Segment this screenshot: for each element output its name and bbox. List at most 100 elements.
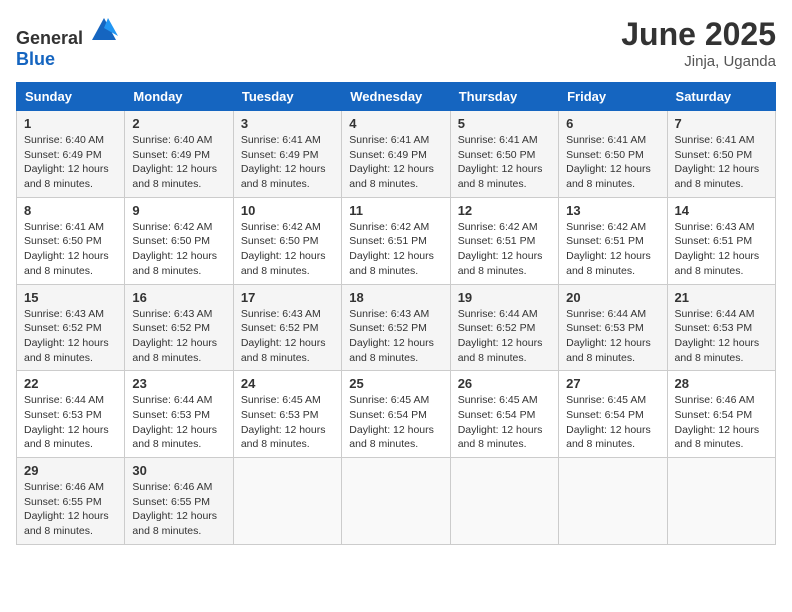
calendar-cell: 3 Sunrise: 6:41 AMSunset: 6:49 PMDayligh… xyxy=(233,111,341,198)
cell-info: Sunrise: 6:41 AMSunset: 6:49 PMDaylight:… xyxy=(349,134,434,190)
logo-text: General Blue xyxy=(16,16,118,70)
day-header-monday: Monday xyxy=(125,83,233,111)
day-number: 11 xyxy=(349,203,442,218)
cell-info: Sunrise: 6:45 AMSunset: 6:54 PMDaylight:… xyxy=(566,394,651,450)
calendar-cell: 17 Sunrise: 6:43 AMSunset: 6:52 PMDaylig… xyxy=(233,284,341,371)
logo-blue: Blue xyxy=(16,49,55,69)
calendar-cell: 25 Sunrise: 6:45 AMSunset: 6:54 PMDaylig… xyxy=(342,371,450,458)
calendar-cell: 1 Sunrise: 6:40 AMSunset: 6:49 PMDayligh… xyxy=(17,111,125,198)
cell-info: Sunrise: 6:43 AMSunset: 6:52 PMDaylight:… xyxy=(132,308,217,364)
day-number: 29 xyxy=(24,463,117,478)
day-header-sunday: Sunday xyxy=(17,83,125,111)
day-number: 1 xyxy=(24,116,117,131)
cell-info: Sunrise: 6:42 AMSunset: 6:51 PMDaylight:… xyxy=(566,221,651,277)
day-header-wednesday: Wednesday xyxy=(342,83,450,111)
cell-info: Sunrise: 6:43 AMSunset: 6:52 PMDaylight:… xyxy=(24,308,109,364)
day-number: 6 xyxy=(566,116,659,131)
calendar-cell: 30 Sunrise: 6:46 AMSunset: 6:55 PMDaylig… xyxy=(125,458,233,545)
cell-info: Sunrise: 6:45 AMSunset: 6:53 PMDaylight:… xyxy=(241,394,326,450)
day-header-tuesday: Tuesday xyxy=(233,83,341,111)
day-number: 13 xyxy=(566,203,659,218)
calendar-cell: 11 Sunrise: 6:42 AMSunset: 6:51 PMDaylig… xyxy=(342,197,450,284)
title-block: June 2025 Jinja, Uganda xyxy=(621,16,776,70)
day-number: 8 xyxy=(24,203,117,218)
cell-info: Sunrise: 6:46 AMSunset: 6:54 PMDaylight:… xyxy=(675,394,760,450)
calendar-cell: 14 Sunrise: 6:43 AMSunset: 6:51 PMDaylig… xyxy=(667,197,775,284)
cell-info: Sunrise: 6:41 AMSunset: 6:49 PMDaylight:… xyxy=(241,134,326,190)
calendar-week-row: 15 Sunrise: 6:43 AMSunset: 6:52 PMDaylig… xyxy=(17,284,776,371)
page-header: General Blue June 2025 Jinja, Uganda xyxy=(16,16,776,70)
cell-info: Sunrise: 6:42 AMSunset: 6:51 PMDaylight:… xyxy=(349,221,434,277)
day-number: 27 xyxy=(566,376,659,391)
day-number: 21 xyxy=(675,290,768,305)
calendar-cell: 23 Sunrise: 6:44 AMSunset: 6:53 PMDaylig… xyxy=(125,371,233,458)
calendar-cell xyxy=(450,458,558,545)
calendar-cell xyxy=(667,458,775,545)
calendar-cell xyxy=(233,458,341,545)
calendar-cell: 10 Sunrise: 6:42 AMSunset: 6:50 PMDaylig… xyxy=(233,197,341,284)
calendar-cell: 8 Sunrise: 6:41 AMSunset: 6:50 PMDayligh… xyxy=(17,197,125,284)
calendar-cell: 13 Sunrise: 6:42 AMSunset: 6:51 PMDaylig… xyxy=(559,197,667,284)
calendar-cell: 7 Sunrise: 6:41 AMSunset: 6:50 PMDayligh… xyxy=(667,111,775,198)
day-header-thursday: Thursday xyxy=(450,83,558,111)
calendar-cell: 18 Sunrise: 6:43 AMSunset: 6:52 PMDaylig… xyxy=(342,284,450,371)
day-number: 30 xyxy=(132,463,225,478)
calendar-cell: 26 Sunrise: 6:45 AMSunset: 6:54 PMDaylig… xyxy=(450,371,558,458)
calendar-cell: 20 Sunrise: 6:44 AMSunset: 6:53 PMDaylig… xyxy=(559,284,667,371)
calendar-week-row: 1 Sunrise: 6:40 AMSunset: 6:49 PMDayligh… xyxy=(17,111,776,198)
calendar-cell: 4 Sunrise: 6:41 AMSunset: 6:49 PMDayligh… xyxy=(342,111,450,198)
day-number: 10 xyxy=(241,203,334,218)
location: Jinja, Uganda xyxy=(621,53,776,70)
calendar-cell xyxy=(559,458,667,545)
calendar-week-row: 8 Sunrise: 6:41 AMSunset: 6:50 PMDayligh… xyxy=(17,197,776,284)
calendar-cell: 6 Sunrise: 6:41 AMSunset: 6:50 PMDayligh… xyxy=(559,111,667,198)
calendar-week-row: 22 Sunrise: 6:44 AMSunset: 6:53 PMDaylig… xyxy=(17,371,776,458)
day-number: 18 xyxy=(349,290,442,305)
day-number: 9 xyxy=(132,203,225,218)
cell-info: Sunrise: 6:41 AMSunset: 6:50 PMDaylight:… xyxy=(458,134,543,190)
logo-general: General xyxy=(16,28,83,48)
day-number: 17 xyxy=(241,290,334,305)
calendar-cell: 29 Sunrise: 6:46 AMSunset: 6:55 PMDaylig… xyxy=(17,458,125,545)
day-number: 28 xyxy=(675,376,768,391)
cell-info: Sunrise: 6:44 AMSunset: 6:53 PMDaylight:… xyxy=(675,308,760,364)
calendar-week-row: 29 Sunrise: 6:46 AMSunset: 6:55 PMDaylig… xyxy=(17,458,776,545)
day-header-saturday: Saturday xyxy=(667,83,775,111)
logo: General Blue xyxy=(16,16,118,70)
day-number: 4 xyxy=(349,116,442,131)
cell-info: Sunrise: 6:46 AMSunset: 6:55 PMDaylight:… xyxy=(24,481,109,537)
calendar-cell: 28 Sunrise: 6:46 AMSunset: 6:54 PMDaylig… xyxy=(667,371,775,458)
calendar-cell: 12 Sunrise: 6:42 AMSunset: 6:51 PMDaylig… xyxy=(450,197,558,284)
cell-info: Sunrise: 6:44 AMSunset: 6:52 PMDaylight:… xyxy=(458,308,543,364)
cell-info: Sunrise: 6:45 AMSunset: 6:54 PMDaylight:… xyxy=(349,394,434,450)
cell-info: Sunrise: 6:44 AMSunset: 6:53 PMDaylight:… xyxy=(132,394,217,450)
day-number: 5 xyxy=(458,116,551,131)
calendar-cell: 27 Sunrise: 6:45 AMSunset: 6:54 PMDaylig… xyxy=(559,371,667,458)
calendar-header-row: SundayMondayTuesdayWednesdayThursdayFrid… xyxy=(17,83,776,111)
day-number: 20 xyxy=(566,290,659,305)
cell-info: Sunrise: 6:42 AMSunset: 6:51 PMDaylight:… xyxy=(458,221,543,277)
day-number: 24 xyxy=(241,376,334,391)
calendar-cell: 21 Sunrise: 6:44 AMSunset: 6:53 PMDaylig… xyxy=(667,284,775,371)
day-number: 14 xyxy=(675,203,768,218)
day-number: 2 xyxy=(132,116,225,131)
cell-info: Sunrise: 6:45 AMSunset: 6:54 PMDaylight:… xyxy=(458,394,543,450)
day-number: 12 xyxy=(458,203,551,218)
calendar-cell: 5 Sunrise: 6:41 AMSunset: 6:50 PMDayligh… xyxy=(450,111,558,198)
cell-info: Sunrise: 6:43 AMSunset: 6:52 PMDaylight:… xyxy=(349,308,434,364)
cell-info: Sunrise: 6:43 AMSunset: 6:51 PMDaylight:… xyxy=(675,221,760,277)
cell-info: Sunrise: 6:41 AMSunset: 6:50 PMDaylight:… xyxy=(566,134,651,190)
day-number: 7 xyxy=(675,116,768,131)
calendar-cell: 15 Sunrise: 6:43 AMSunset: 6:52 PMDaylig… xyxy=(17,284,125,371)
cell-info: Sunrise: 6:40 AMSunset: 6:49 PMDaylight:… xyxy=(132,134,217,190)
month-title: June 2025 xyxy=(621,16,776,53)
day-header-friday: Friday xyxy=(559,83,667,111)
day-number: 23 xyxy=(132,376,225,391)
cell-info: Sunrise: 6:44 AMSunset: 6:53 PMDaylight:… xyxy=(24,394,109,450)
day-number: 26 xyxy=(458,376,551,391)
cell-info: Sunrise: 6:42 AMSunset: 6:50 PMDaylight:… xyxy=(132,221,217,277)
cell-info: Sunrise: 6:41 AMSunset: 6:50 PMDaylight:… xyxy=(675,134,760,190)
calendar-cell xyxy=(342,458,450,545)
cell-info: Sunrise: 6:44 AMSunset: 6:53 PMDaylight:… xyxy=(566,308,651,364)
day-number: 19 xyxy=(458,290,551,305)
